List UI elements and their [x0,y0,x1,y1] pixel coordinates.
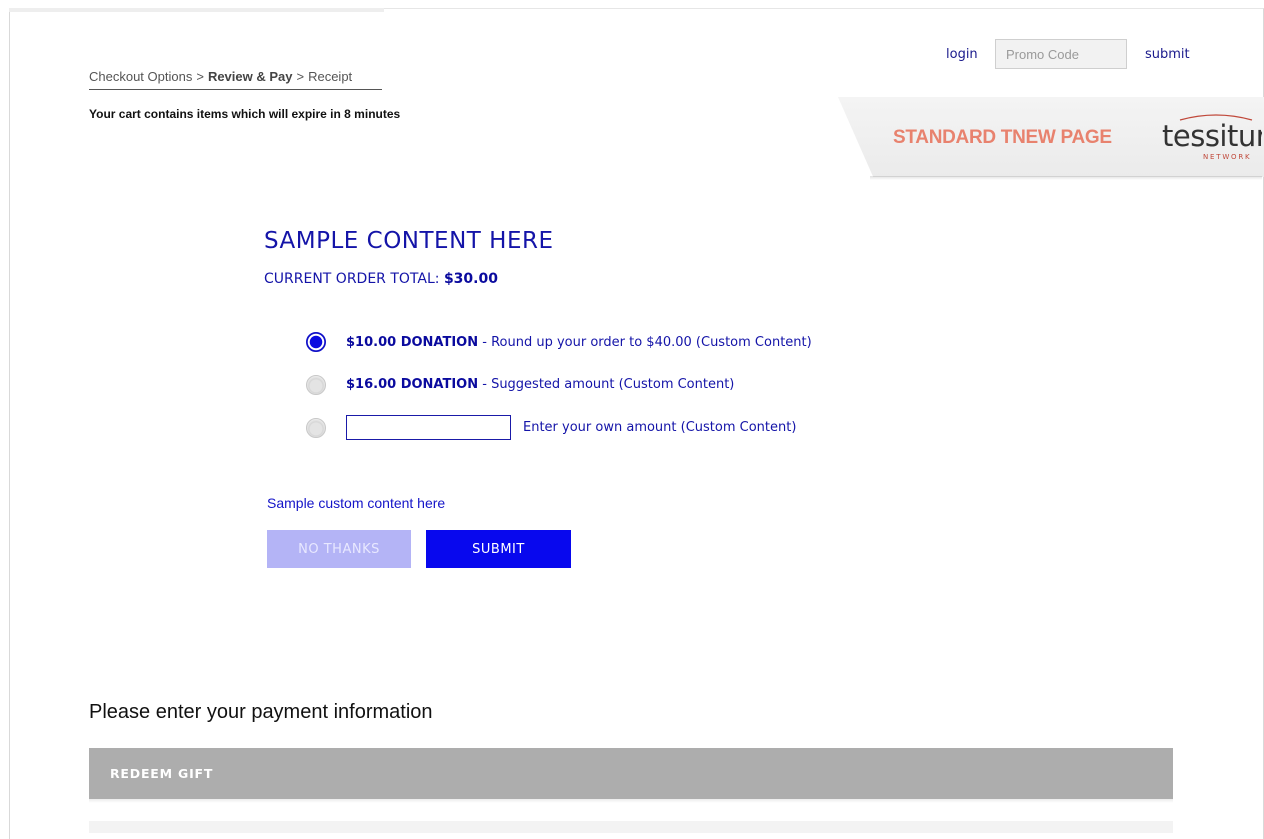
donation-option-10-radio[interactable] [306,332,326,352]
donation-option-10-amount: $10.00 DONATION [346,335,479,350]
order-total-value: $30.00 [443,271,498,287]
custom-content-text: Sample custom content here [267,495,446,511]
current-order-total: CURRENT ORDER TOTAL: $30.00 [264,271,498,287]
donation-option-16-radio[interactable] [306,375,326,395]
redeem-gift-label: REDEEM GIFT [110,766,214,781]
donation-option-16-description: - Suggested amount (Custom Content) [478,377,735,392]
breadcrumb-separator: > [196,69,204,84]
donation-submit-button[interactable]: SUBMIT [426,530,571,568]
donation-heading: SAMPLE CONTENT HERE [264,228,554,254]
redeem-gift-panel [89,821,1173,833]
donation-option-10-description: - Round up your order to $40.00 (Custom … [478,335,812,350]
breadcrumb-receipt: Receipt [308,69,353,84]
promo-submit-link[interactable]: submit [1145,47,1190,62]
redeem-bar-shadow [89,799,1173,803]
breadcrumb-review-pay: Review & Pay [207,69,293,84]
donation-option-16-amount: $16.00 DONATION [346,377,479,392]
breadcrumb: Checkout Options > Review & Pay > Receipt [89,69,382,90]
redeem-gift-section-header[interactable]: REDEEM GIFT [89,748,1173,799]
tessitura-logo-subtitle: NETWORK [1203,153,1252,161]
order-total-label: CURRENT ORDER TOTAL: [264,271,440,287]
cart-expiry-warning: Your cart contains items which will expi… [89,107,401,121]
payment-heading: Please enter your payment information [89,701,433,723]
donation-option-custom-radio[interactable] [306,418,326,438]
promo-code-input[interactable] [995,39,1127,69]
custom-amount-input[interactable] [346,415,511,440]
breadcrumb-checkout-options[interactable]: Checkout Options [89,69,192,84]
donation-option-custom-label[interactable]: Enter your own amount (Custom Content) [523,420,796,435]
donation-option-10-label[interactable]: $10.00 DONATION - Round up your order to… [346,335,812,350]
tessitura-logo: tessitura [1162,119,1262,153]
donation-option-16-label[interactable]: $16.00 DONATION - Suggested amount (Cust… [346,377,734,392]
login-link[interactable]: login [946,47,978,62]
no-thanks-button[interactable]: NO THANKS [267,530,411,568]
banner-shadow [870,176,1262,180]
breadcrumb-separator: > [296,69,305,84]
top-divider [9,8,384,12]
banner-title: STANDARD TNEW PAGE [893,127,1112,148]
